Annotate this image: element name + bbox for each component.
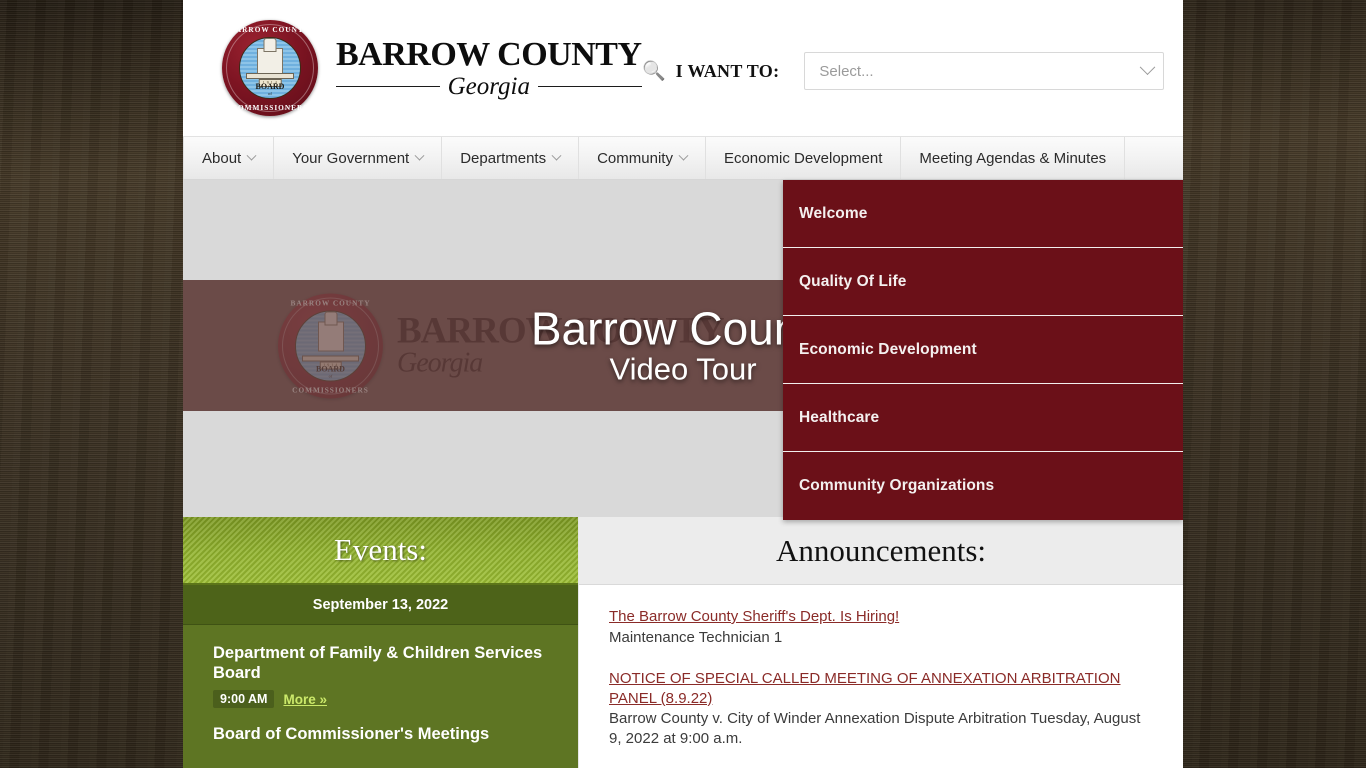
county-seal-icon: BARROW COUNTY COMMISSIONERS 1 9 1 4 BOAR… [278, 293, 383, 398]
nav-item-label: Community [597, 149, 673, 167]
dropdown-item-label: Economic Development [799, 340, 977, 358]
announcement-link[interactable]: The Barrow County Sheriff's Dept. Is Hir… [609, 607, 1153, 627]
nav-item-label: Economic Development [723, 149, 883, 167]
search-icon: 🔍 [642, 60, 666, 82]
chevron-down-icon [551, 150, 562, 161]
dropdown-item-label: Healthcare [799, 408, 880, 426]
site-wordmark: BARROW COUNTY Georgia [336, 35, 642, 100]
seal-bottom-text: COMMISSIONERS [292, 385, 369, 394]
list-item[interactable]: Board of Commissioner's Meetings [213, 724, 550, 744]
events-panel: Events: September 13, 2022 Department of… [183, 517, 578, 768]
events-list: Department of Family & Children Services… [183, 625, 578, 768]
announcements-list: The Barrow County Sheriff's Dept. Is Hir… [579, 585, 1183, 748]
nav-item-meeting-agendas-minutes[interactable]: Meeting Agendas & Minutes [901, 137, 1126, 179]
nav-item-label: Your Government [292, 149, 410, 167]
announcement-link[interactable]: NOTICE OF SPECIAL CALLED MEETING OF ANNE… [609, 669, 1153, 708]
site-logo[interactable]: BARROW COUNTY COMMISSIONERS 1 9 1 4 BOAR… [222, 20, 642, 116]
banner-watermark: BARROW COUNTY COMMISSIONERS 1 9 1 4 BOAR… [278, 293, 725, 398]
seal-top-text: BARROW COUNTY [290, 298, 371, 307]
dropdown-item-label: Welcome [799, 204, 868, 222]
dropdown-item-welcome[interactable]: Welcome [783, 180, 1183, 248]
nav-item-community[interactable]: Community [579, 137, 706, 179]
dropdown-item-healthcare[interactable]: Healthcare [783, 384, 1183, 452]
announcement-description: Maintenance Technician 1 [609, 628, 783, 646]
main-navigation: About Your Government Departments Commun… [183, 136, 1183, 180]
site-header: BARROW COUNTY COMMISSIONERS 1 9 1 4 BOAR… [183, 0, 1183, 136]
wordmark-rule-right [537, 85, 642, 87]
events-header: Events: [183, 517, 578, 585]
dropdown-item-quality-of-life[interactable]: Quality Of Life [783, 248, 1183, 316]
seal-board-text: BOARD of [316, 364, 345, 379]
content-columns: Events: September 13, 2022 Department of… [183, 517, 1183, 768]
event-title: Department of Family & Children Services… [213, 644, 543, 683]
i-want-to-label: I WANT TO: [675, 60, 780, 81]
chevron-down-icon [246, 150, 257, 161]
chevron-down-icon [678, 150, 689, 161]
seal-top-text: BARROW COUNTY [230, 25, 310, 34]
dropdown-item-economic-development[interactable]: Economic Development [783, 316, 1183, 384]
nav-item-departments[interactable]: Departments [442, 137, 580, 179]
nav-item-about[interactable]: About [183, 137, 275, 179]
announcement-description: Barrow County v. City of Winder Annexati… [609, 710, 1141, 747]
page-container: BARROW COUNTY COMMISSIONERS 1 9 1 4 BOAR… [183, 0, 1183, 768]
seal-board-text: BOARD of [255, 82, 285, 97]
events-heading: Events: [334, 532, 427, 567]
community-dropdown-menu: Welcome Quality Of Life Economic Develop… [783, 180, 1183, 520]
chevron-down-icon [1140, 58, 1156, 75]
dropdown-item-label: Community Organizations [799, 477, 995, 494]
wordmark-line2: Georgia [447, 72, 530, 100]
banner-watermark-line1: BARROW COUNTY [397, 310, 725, 352]
banner-watermark-line2: Georgia [397, 347, 483, 379]
county-seal-icon: BARROW COUNTY COMMISSIONERS 1 9 1 4 BOAR… [222, 20, 318, 116]
chevron-down-icon [414, 150, 425, 161]
seal-bottom-text: COMMISSIONERS [231, 103, 309, 112]
nav-item-label: Departments [460, 149, 547, 167]
nav-item-label: Meeting Agendas & Minutes [919, 149, 1107, 167]
i-want-to-select-value: Select... [819, 62, 874, 80]
nav-item-label: About [202, 149, 242, 167]
i-want-to-block: 🔍 I WANT TO: Select... [642, 52, 1165, 90]
event-more-link[interactable]: More » [283, 692, 327, 707]
announcements-header: Announcements: [579, 517, 1183, 585]
i-want-to-select[interactable]: Select... [804, 52, 1165, 90]
dropdown-item-community-organizations[interactable]: Community Organizations [783, 452, 1183, 520]
list-item: The Barrow County Sheriff's Dept. Is Hir… [609, 607, 1153, 647]
event-time-badge: 9:00 AM [213, 690, 275, 709]
banner-watermark-text: BARROW COUNTY Georgia [397, 310, 725, 379]
nav-item-your-government[interactable]: Your Government [274, 137, 443, 179]
wordmark-rule-left [336, 85, 440, 87]
announcements-heading: Announcements: [775, 532, 987, 568]
announcements-panel: Announcements: The Barrow County Sheriff… [578, 517, 1183, 768]
dropdown-item-label: Quality Of Life [799, 272, 907, 290]
event-title: Board of Commissioner's Meetings [213, 725, 490, 744]
events-date: September 13, 2022 [183, 585, 578, 625]
nav-item-economic-development[interactable]: Economic Development [706, 137, 902, 179]
list-item: NOTICE OF SPECIAL CALLED MEETING OF ANNE… [609, 669, 1153, 748]
wordmark-line1: BARROW COUNTY [336, 35, 642, 73]
list-item[interactable]: Department of Family & Children Services… [213, 643, 550, 709]
